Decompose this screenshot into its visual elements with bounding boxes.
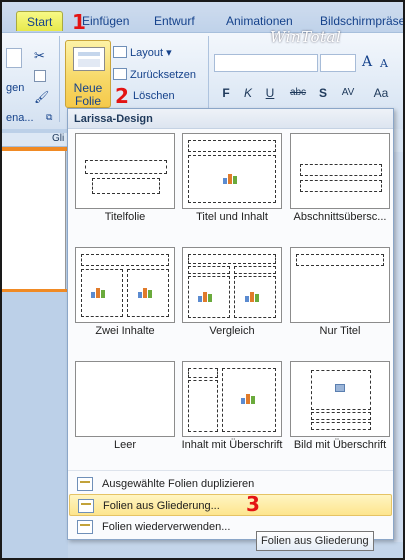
content-placeholder-icon [198, 290, 216, 302]
layout-label-inhalt-mit-ueberschrift: Inhalt mit Überschrift [181, 439, 283, 451]
step-marker-1: 1 [72, 10, 86, 34]
tab-gliederung-partial[interactable]: Gli [52, 133, 64, 144]
clipboard-group-label: ena... [6, 112, 34, 124]
new-slide-dropdown: Larissa-Design Titelfolie Titel und Inha… [67, 108, 394, 540]
menu-item-slides-from-outline[interactable]: Folien aus Gliederung... [69, 494, 392, 516]
change-case-button[interactable]: Aa [368, 83, 394, 101]
font-size-field[interactable] [320, 54, 356, 72]
delete-label: Löschen [133, 90, 175, 102]
reset-button[interactable]: Zurücksetzen [113, 68, 196, 81]
layout-label-vergleich: Vergleich [209, 325, 255, 337]
layout-button[interactable]: Layout ▾ [113, 46, 172, 59]
layout-icon [113, 46, 127, 58]
format-painter-icon[interactable]: 🖌 [34, 90, 49, 104]
gallery-header: Larissa-Design [68, 109, 393, 129]
shrink-font-icon[interactable]: A [380, 57, 388, 70]
italic-button[interactable]: K [239, 83, 257, 101]
new-slide-label-line2: Folie [74, 94, 101, 108]
tooltip: Folien aus Gliederung [256, 531, 374, 551]
duplicate-slides-icon [77, 477, 93, 491]
layout-tile-bild-mit-ueberschrift[interactable] [290, 361, 390, 437]
layout-tile-abschnittsuebersicht[interactable] [290, 133, 390, 209]
content-placeholder-icon [223, 172, 241, 184]
watermark-logo: WinTotal [270, 28, 342, 46]
delete-button[interactable]: Löschen [133, 90, 175, 102]
copy-icon[interactable] [34, 70, 46, 82]
layout-label-bild-mit-ueberschrift: Bild mit Überschrift [293, 439, 387, 451]
layout-label-leer: Leer [113, 439, 137, 451]
paste-icon[interactable] [6, 48, 22, 68]
layout-tile-leer[interactable] [75, 361, 175, 437]
layout-tile-inhalt-mit-ueberschrift[interactable] [182, 361, 282, 437]
character-spacing-button[interactable]: AV [336, 83, 360, 101]
underline-button[interactable]: U [261, 83, 279, 101]
content-placeholder-icon [241, 392, 259, 404]
menu-separator [68, 470, 393, 471]
scroll-area-edge [394, 152, 403, 542]
layout-tile-vergleich[interactable] [182, 247, 282, 323]
menu-item-label: Folien wiederverwenden... [102, 521, 231, 533]
content-placeholder-icon [91, 286, 109, 298]
outline-tab-strip: Gli [2, 133, 68, 147]
ribbon-tab-bar: Start Einfügen Entwurf Animationen Bilds… [2, 2, 403, 32]
grow-font-icon[interactable]: A [362, 54, 372, 70]
slide-thumbnail-edge [2, 289, 68, 292]
slide-thumbnail[interactable] [2, 151, 66, 289]
new-slide-icon [73, 47, 105, 71]
reset-icon [113, 68, 127, 80]
reuse-slides-icon [77, 520, 93, 534]
layout-label-nur-titel: Nur Titel [319, 325, 361, 337]
tab-start[interactable]: Start [16, 11, 64, 31]
slides-from-outline-icon [78, 499, 94, 513]
layout-tile-nur-titel[interactable] [290, 247, 390, 323]
clipboard-partial-label: gen [6, 82, 25, 94]
layout-label-abschnittsuebersicht: Abschnittsübersc... [293, 211, 387, 223]
bold-button[interactable]: F [217, 83, 235, 101]
picture-placeholder-icon [335, 384, 345, 392]
reset-label: Zurücksetzen [130, 69, 197, 81]
menu-item-duplicate-slides[interactable]: Ausgewählte Folien duplizieren [69, 473, 392, 495]
step-marker-2: 2 [115, 84, 129, 108]
layout-label-titel-und-inhalt: Titel und Inhalt [196, 211, 268, 223]
menu-item-label: Ausgewählte Folien duplizieren [102, 478, 255, 490]
layout-tile-titelfolie[interactable] [75, 133, 175, 209]
new-slide-label-line1: Neue [73, 81, 103, 95]
layout-label: Layout [130, 47, 164, 59]
step-marker-3: 3 [246, 492, 260, 516]
content-placeholder-icon [245, 290, 263, 302]
font-name-field[interactable] [214, 54, 318, 72]
strikethrough-button[interactable]: abc [286, 83, 310, 101]
cut-icon[interactable]: ✂ [34, 48, 45, 64]
new-slide-button[interactable]: Neue Folie [65, 40, 111, 108]
content-placeholder-icon [138, 286, 156, 298]
dialog-launcher-icon[interactable]: ⧉ [46, 112, 52, 123]
group-divider [59, 36, 60, 122]
layout-tile-titel-und-inhalt[interactable] [182, 133, 282, 209]
menu-item-label: Folien aus Gliederung... [103, 500, 220, 512]
app-window: Start Einfügen Entwurf Animationen Bilds… [0, 0, 405, 560]
shadow-button[interactable]: S [314, 83, 332, 101]
tab-entwurf[interactable]: Entwurf [144, 11, 205, 31]
layout-tile-zwei-inhalte[interactable] [75, 247, 175, 323]
layout-label-zwei-inhalte: Zwei Inhalte [95, 325, 155, 337]
layout-label-titelfolie: Titelfolie [104, 211, 146, 223]
